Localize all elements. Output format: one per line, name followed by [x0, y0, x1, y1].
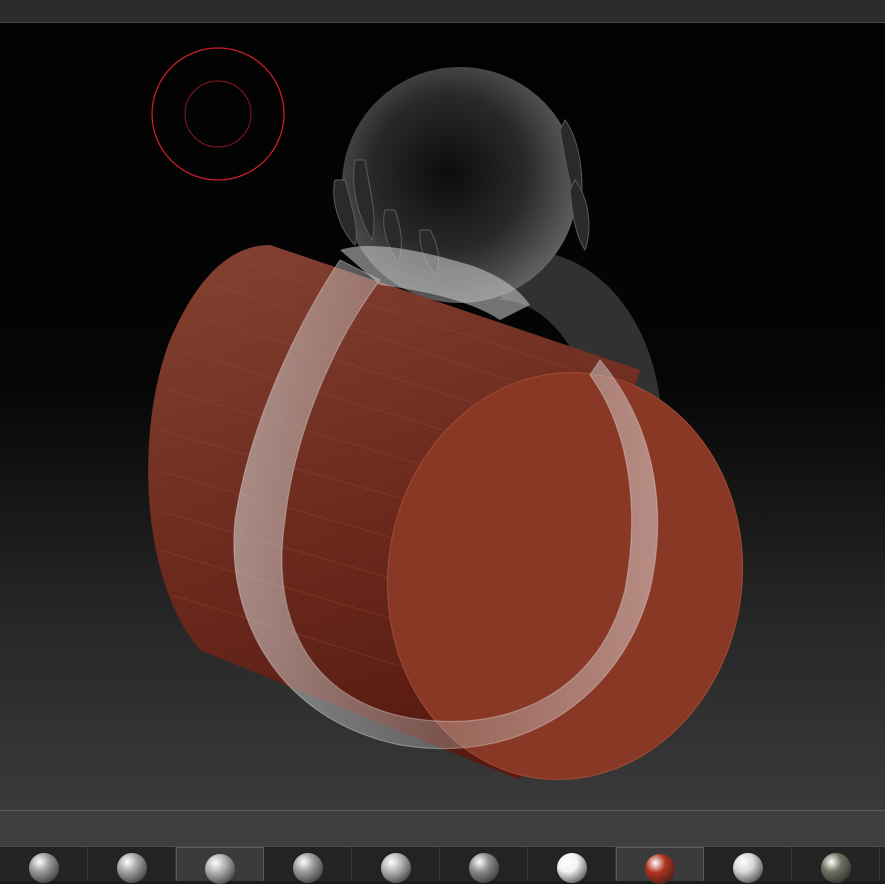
material-slot-matcap-olive[interactable]: [792, 847, 880, 883]
material-slot-matcap-dark-edge[interactable]: [440, 847, 528, 883]
matcap-clay-stripes-icon: [116, 853, 147, 883]
brush-cursor: [151, 47, 285, 181]
top-toolbar: [0, 0, 885, 23]
matcap-swirl-icon: [292, 853, 323, 883]
matcap-chrome-icon: [732, 853, 763, 883]
material-slot-matcap-chrome[interactable]: [704, 847, 792, 883]
material-slot-matcap-skin-shade[interactable]: [176, 847, 264, 884]
material-slot-matcap-swirl[interactable]: [264, 847, 352, 883]
material-slot-matcap-basic[interactable]: [352, 847, 440, 883]
material-slot-matcap-clay-stripes[interactable]: [88, 847, 176, 883]
material-slot-matcap-red-wax[interactable]: [616, 847, 704, 884]
canvas-viewport[interactable]: [0, 23, 885, 810]
scene-svg: [148, 47, 744, 781]
material-slot-matcap-clay-rough[interactable]: [0, 847, 88, 883]
matcap-olive-icon: [820, 853, 851, 883]
matcap-basic-icon: [380, 853, 411, 883]
material-shelf: [0, 846, 885, 884]
matcap-clay-rough-icon: [28, 853, 59, 883]
matcap-dark-edge-icon: [468, 853, 499, 883]
material-slot-matcap-white-gloss[interactable]: [528, 847, 616, 883]
lower-strip: [0, 810, 885, 847]
matcap-white-gloss-icon: [556, 853, 587, 883]
